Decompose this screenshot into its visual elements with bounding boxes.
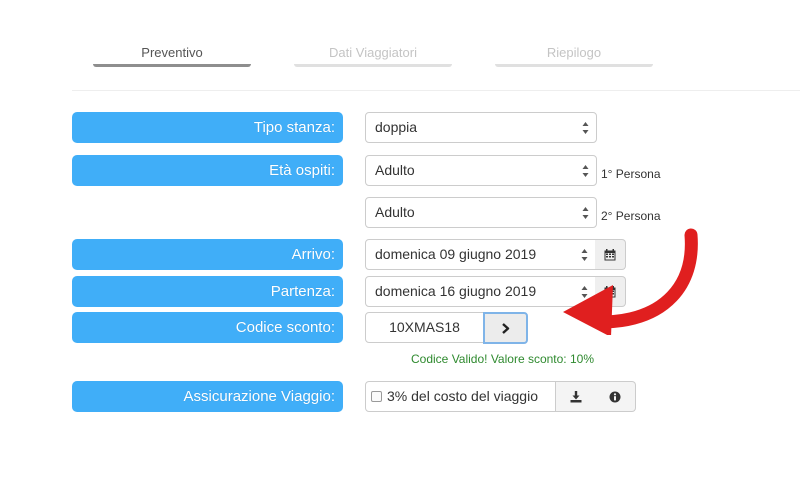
step-preventivo[interactable]: Preventivo xyxy=(93,44,251,67)
insurance-info-button[interactable] xyxy=(595,381,636,412)
insurance-option-text: 3% del costo del viaggio xyxy=(387,388,538,404)
room-type-label: Tipo stanza: xyxy=(72,112,343,143)
apply-code-button[interactable] xyxy=(483,312,528,344)
step-label: Dati Viaggiatori xyxy=(329,45,417,60)
insurance-label: Assicurazione Viaggio: xyxy=(72,381,343,412)
step-label: Riepilogo xyxy=(546,45,602,60)
guest-age-value: Adulto xyxy=(375,204,415,220)
insurance-option[interactable]: 3% del costo del viaggio xyxy=(365,381,556,412)
departure-label: Partenza: xyxy=(72,276,343,307)
updown-arrows-icon xyxy=(582,207,589,219)
departure-value: domenica 16 giugno 2019 xyxy=(375,283,537,299)
arrival-value: domenica 09 giugno 2019 xyxy=(375,246,537,262)
insurance-checkbox[interactable] xyxy=(371,391,382,402)
step-indicator xyxy=(294,64,452,67)
updown-arrows-icon xyxy=(582,165,589,177)
guest-age-select-2[interactable]: Adulto xyxy=(365,197,597,228)
step-riepilogo[interactable]: Riepilogo xyxy=(495,44,653,67)
room-type-value: doppia xyxy=(375,119,418,135)
step-dati-viaggiatori[interactable]: Dati Viaggiatori xyxy=(294,44,452,67)
info-circle-icon xyxy=(609,391,621,403)
code-valid-message: Codice Valido! Valore sconto: 10% xyxy=(411,352,594,366)
step-indicator xyxy=(93,64,251,67)
person-note-2: 2° Persona xyxy=(601,209,661,223)
guest-age-value: Adulto xyxy=(375,162,415,178)
download-icon xyxy=(570,391,582,403)
step-label: Preventivo xyxy=(141,45,203,60)
chevron-right-icon xyxy=(502,323,510,334)
discount-code-label: Codice sconto: xyxy=(72,312,343,343)
insurance-download-button[interactable] xyxy=(555,381,596,412)
discount-code-input[interactable]: 10XMAS18 xyxy=(365,312,484,343)
guest-age-select-1[interactable]: Adulto xyxy=(365,155,597,186)
room-type-select[interactable]: doppia xyxy=(365,112,597,143)
step-indicator xyxy=(495,64,653,67)
divider xyxy=(72,90,800,91)
guest-ages-label: Età ospiti: xyxy=(72,155,343,186)
arrival-label: Arrivo: xyxy=(72,239,343,270)
updown-arrows-icon xyxy=(582,122,589,134)
annotation-arrow-icon xyxy=(563,228,698,335)
person-note-1: 1° Persona xyxy=(601,167,661,181)
